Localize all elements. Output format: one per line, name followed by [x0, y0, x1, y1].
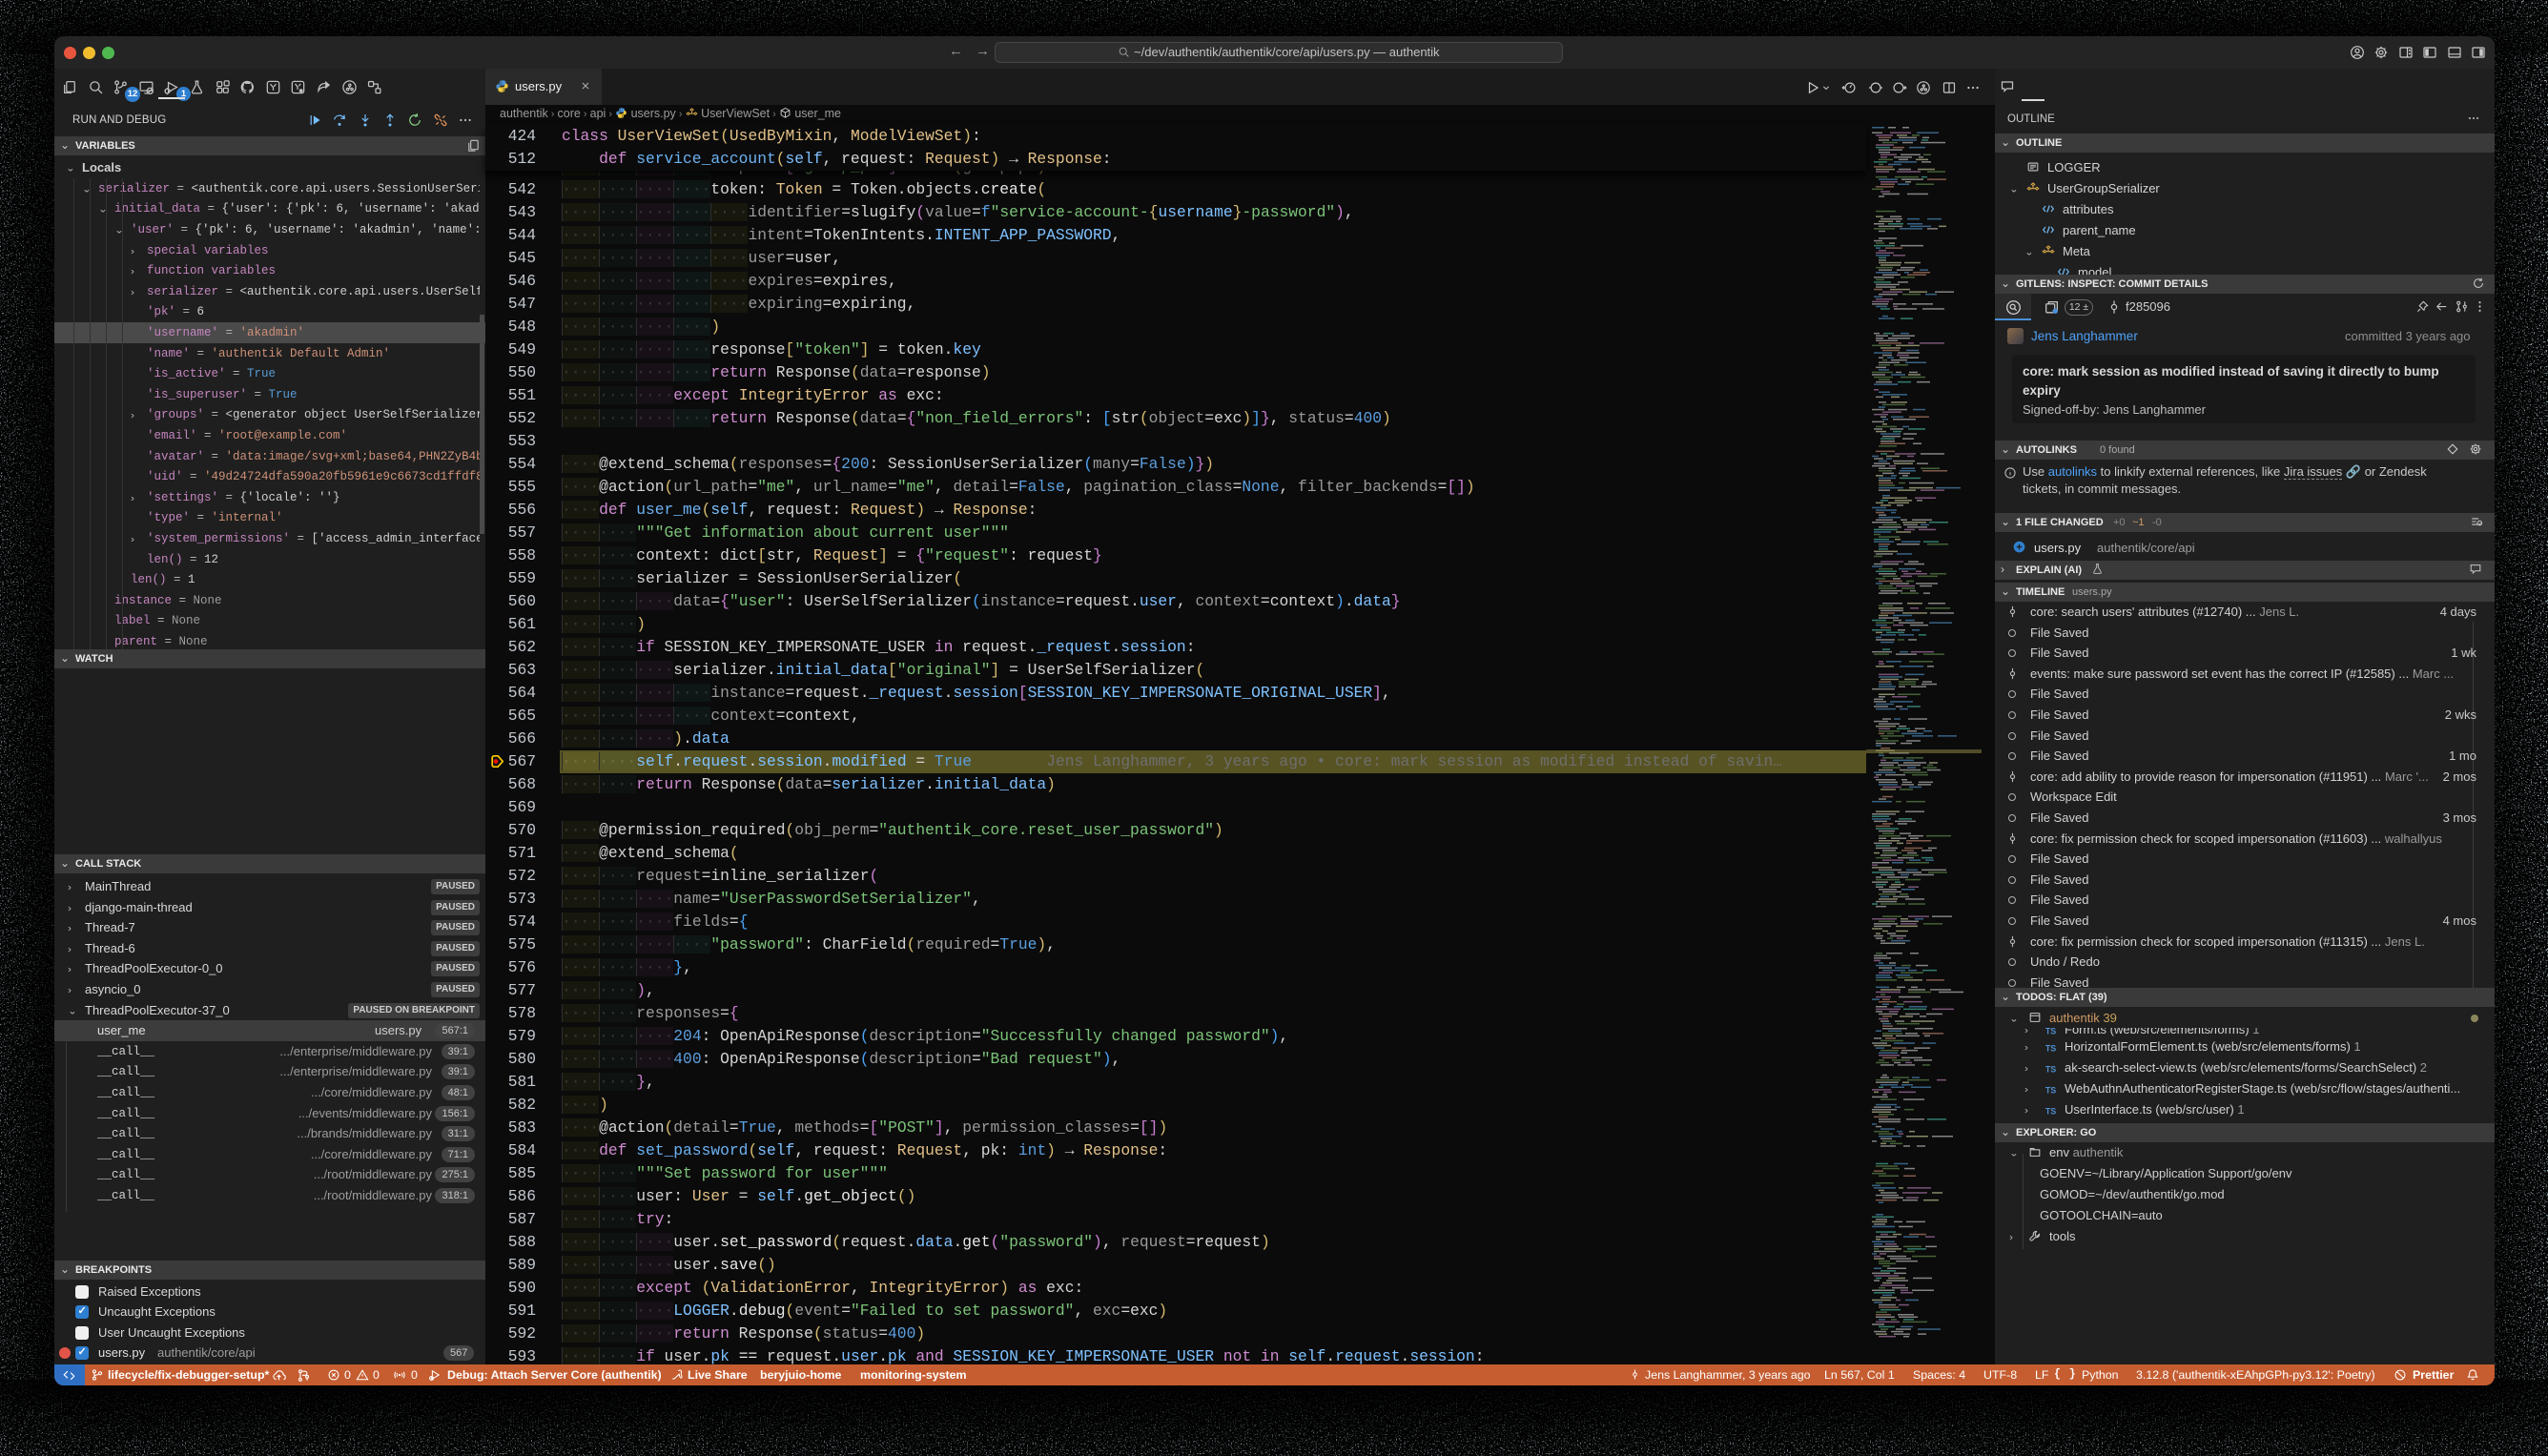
svg-text:TS: TS [2045, 1064, 2056, 1074]
svg-text:TS: TS [2045, 1085, 2056, 1095]
svg-text:TS: TS [2045, 1043, 2056, 1053]
svg-text:TS: TS [2045, 1106, 2056, 1116]
